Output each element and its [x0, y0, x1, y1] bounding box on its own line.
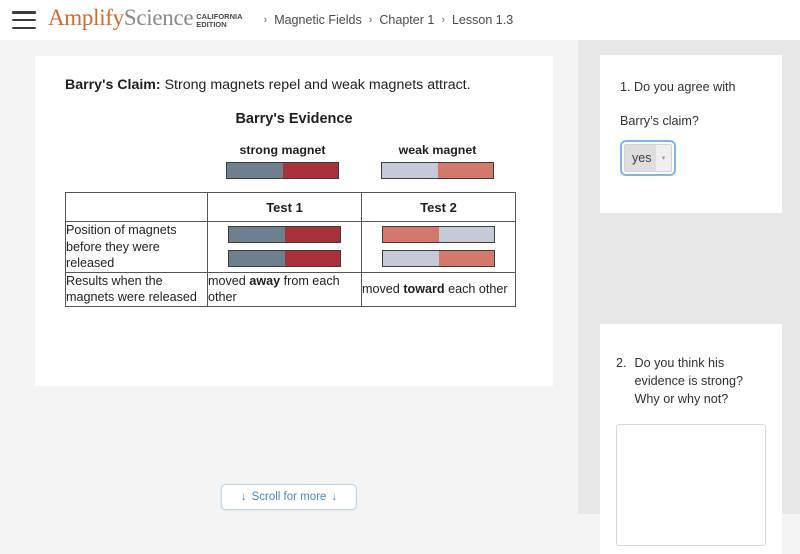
key-item-weak: weak magnet — [360, 143, 515, 179]
breadcrumb: › Magnetic Fields › Chapter 1 › Lesson 1… — [257, 13, 514, 27]
logo-science-text: Science — [123, 4, 194, 30]
evidence-table: Test 1 Test 2 Position of magnets before… — [65, 192, 516, 307]
evidence-title: Barry's Evidence — [235, 111, 353, 127]
logo-edition-line2: EDITION — [196, 20, 227, 29]
scroll-for-more-label: Scroll for more — [251, 491, 327, 503]
hamburger-bar — [12, 18, 36, 22]
magnet-pole-left — [383, 251, 439, 267]
sidebar-column: 1. Do you agree with Barry’s claim? yes … — [578, 40, 800, 554]
hamburger-bar — [12, 11, 36, 14]
claim-label: Barry's Claim: — [65, 77, 161, 93]
scroll-for-more-button[interactable]: ↓ Scroll for more ↓ — [220, 484, 358, 510]
question2: 2. Do you think his evidence is strong? … — [616, 354, 766, 408]
breadcrumb-item-unit[interactable]: Magnetic Fields — [274, 13, 362, 27]
magnet-bar — [228, 226, 341, 244]
breadcrumb-item-chapter[interactable]: Chapter 1 — [379, 13, 434, 27]
magnet-pole-left — [229, 227, 285, 243]
question2-text: Do you think his evidence is strong? Why… — [634, 356, 744, 406]
claim-text: Strong magnets repel and weak magnets at… — [160, 77, 471, 93]
chevron-right-icon: › — [263, 14, 268, 26]
agree-select[interactable]: yes ▾ — [624, 144, 672, 172]
table-row: Position of magnets before they were rel… — [65, 221, 516, 273]
magnet-bar-weak — [381, 162, 494, 179]
table-row: Results when the magnets were released m… — [65, 271, 516, 307]
magnet-pole-left — [383, 227, 439, 243]
magnet-bar — [382, 226, 495, 244]
question-panel-1: 1. Do you agree with Barry’s claim? yes … — [600, 55, 782, 213]
table-header-test1: Test 1 — [207, 192, 362, 222]
amplify-science-logo[interactable]: Amplify Science CALIFORNIA EDITION — [48, 5, 243, 36]
agree-select-value: yes — [625, 145, 656, 171]
hamburger-menu-icon[interactable] — [12, 11, 36, 29]
magnet-pole-right — [284, 227, 340, 243]
question2-answer-input[interactable] — [616, 424, 766, 546]
magnet-key: strong magnet weak magnet — [65, 143, 523, 179]
key-label-strong: strong magnet — [239, 143, 326, 157]
cell-test2-result: moved toward each other — [361, 271, 516, 307]
magnet-pole-left — [382, 163, 438, 178]
magnet-bar — [382, 250, 495, 268]
magnet-pole-right — [437, 163, 493, 178]
result-emphasis: toward — [403, 281, 445, 296]
chevron-right-icon: › — [368, 14, 373, 26]
cell-test1-result: moved away from each other — [207, 271, 362, 307]
row-label-position: Position of magnets before they were rel… — [65, 221, 208, 273]
magnet-bar — [228, 250, 341, 268]
breadcrumb-item-lesson[interactable]: Lesson 1.3 — [452, 13, 513, 27]
result-pre: moved — [362, 281, 404, 296]
question1-line2: Barry’s claim? — [620, 114, 699, 128]
result-post: each other — [444, 281, 508, 296]
magnet-bar-strong — [226, 162, 339, 179]
magnet-pole-left — [227, 163, 283, 178]
content-column: Barry's Claim: Strong magnets repel and … — [0, 40, 578, 514]
result-pre: moved — [208, 273, 250, 288]
magnet-pole-right — [438, 227, 494, 243]
magnet-pole-left — [229, 251, 285, 267]
question2-number: 2. — [616, 356, 627, 370]
key-item-strong: strong magnet — [205, 143, 360, 179]
row-label-results: Results when the magnets were released — [65, 271, 208, 307]
claim-statement: Barry's Claim: Strong magnets repel and … — [65, 76, 523, 95]
logo-edition-text: CALIFORNIA EDITION — [196, 12, 242, 30]
chevron-down-icon: ▾ — [656, 145, 671, 171]
table-header-test2: Test 2 — [361, 192, 516, 222]
cell-test1-magnets — [207, 221, 362, 273]
question1-line1: 1. Do you agree with — [620, 80, 736, 94]
key-label-weak: weak magnet — [398, 143, 477, 157]
arrow-down-icon: ↓ — [331, 491, 338, 503]
magnet-pole-right — [438, 251, 494, 267]
table-corner-cell — [65, 192, 208, 222]
magnet-pole-right — [282, 163, 338, 178]
app-header: Amplify Science CALIFORNIA EDITION › Mag… — [0, 0, 800, 40]
cell-test2-magnets — [361, 221, 516, 273]
question-panel-2: 2. Do you think his evidence is strong? … — [600, 324, 782, 554]
arrow-down-icon: ↓ — [240, 491, 247, 503]
agree-select-focus-ring: yes ▾ — [620, 140, 676, 176]
evidence-card: Barry's Claim: Strong magnets repel and … — [35, 56, 553, 386]
table-header-row: Test 1 Test 2 — [65, 192, 516, 222]
chevron-right-icon: › — [441, 14, 445, 26]
hamburger-bar — [12, 26, 36, 29]
magnet-pole-right — [284, 251, 340, 267]
logo-amplify-text: Amplify — [48, 4, 124, 30]
result-emphasis: away — [249, 273, 281, 288]
